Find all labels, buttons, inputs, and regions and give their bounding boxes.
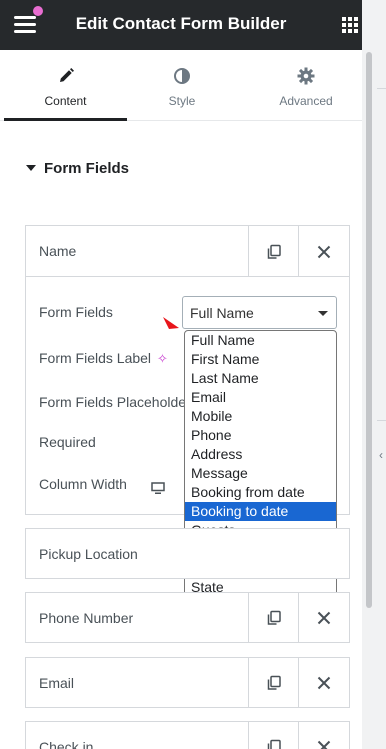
close-icon — [317, 245, 330, 258]
pointer-arrow-icon — [163, 317, 179, 329]
gear-icon — [297, 67, 315, 85]
tab-content[interactable]: Content — [4, 50, 127, 121]
tab-content-label: Content — [44, 94, 87, 108]
repeater-item-title: Name — [39, 243, 77, 259]
duplicate-button[interactable] — [248, 722, 298, 749]
form-fields-label: Form Fields — [39, 304, 113, 320]
panel-tabs: Content Style Advanced — [0, 50, 362, 121]
tab-advanced[interactable]: Advanced — [246, 50, 366, 120]
dropdown-option[interactable]: Mobile — [185, 407, 336, 426]
required-label: Required — [39, 434, 96, 450]
form-fields-select[interactable]: Full Name — [182, 296, 337, 329]
repeater-item[interactable]: Check in — [25, 721, 350, 749]
desktop-icon[interactable] — [151, 482, 165, 494]
dropdown-option[interactable]: Booking to date — [185, 502, 336, 521]
collapse-panel-icon[interactable]: ‹ — [379, 448, 383, 462]
ai-sparkle-icon[interactable]: ✧ — [157, 351, 168, 366]
duplicate-icon — [267, 610, 281, 625]
form-fields-section-toggle[interactable]: Form Fields — [26, 160, 129, 177]
dropdown-option[interactable]: Full Name — [185, 331, 336, 350]
form-fields-label-label: Form Fields Label ✧ — [39, 350, 168, 366]
dropdown-option[interactable]: Message — [185, 464, 336, 483]
duplicate-button[interactable] — [248, 658, 298, 707]
panel-scrollbar[interactable] — [366, 52, 372, 608]
panel-title: Edit Contact Form Builder — [75, 14, 287, 33]
tab-style[interactable]: Style — [122, 50, 242, 120]
widgets-grid-icon[interactable] — [342, 17, 358, 33]
duplicate-button[interactable] — [248, 226, 298, 277]
dropdown-option[interactable]: Address — [185, 445, 336, 464]
remove-button[interactable] — [298, 722, 348, 749]
dropdown-option[interactable]: First Name — [185, 350, 336, 369]
close-icon — [317, 676, 330, 689]
column-width-label: Column Width — [39, 476, 127, 492]
dropdown-option[interactable]: Phone — [185, 426, 336, 445]
divider — [377, 420, 386, 421]
tab-style-label: Style — [168, 94, 196, 108]
repeater-item[interactable]: Phone Number — [25, 592, 350, 643]
half-circle-icon — [174, 68, 190, 84]
repeater-item-title: Phone Number — [39, 610, 134, 626]
duplicate-icon — [267, 739, 281, 749]
select-value: Full Name — [190, 305, 254, 321]
duplicate-icon — [267, 244, 281, 259]
divider — [377, 88, 386, 89]
close-icon — [317, 740, 330, 749]
remove-button[interactable] — [298, 593, 348, 642]
editor-header: Edit Contact Form Builder — [0, 0, 362, 50]
repeater-item[interactable]: Email — [25, 657, 350, 708]
placeholder-label: Form Fields Placeholder — [39, 394, 191, 410]
tab-advanced-label: Advanced — [279, 94, 333, 108]
dropdown-option[interactable]: Booking from date — [185, 483, 336, 502]
dropdown-option[interactable]: Email — [185, 388, 336, 407]
dropdown-option[interactable]: Last Name — [185, 369, 336, 388]
repeater-item[interactable]: Pickup Location — [25, 528, 350, 579]
repeater-item-title: Check in — [39, 739, 94, 749]
repeater-item-title: Pickup Location — [39, 546, 138, 562]
pencil-icon — [59, 68, 74, 82]
close-icon — [317, 611, 330, 624]
remove-button[interactable] — [298, 658, 348, 707]
repeater-item-title: Email — [39, 675, 75, 691]
remove-button[interactable] — [298, 226, 348, 277]
repeater-item-header[interactable]: Name — [26, 226, 349, 277]
duplicate-button[interactable] — [248, 593, 298, 642]
caret-down-icon — [26, 165, 36, 171]
chevron-down-icon — [318, 311, 328, 316]
section-title: Form Fields — [44, 160, 130, 177]
duplicate-icon — [267, 675, 281, 690]
